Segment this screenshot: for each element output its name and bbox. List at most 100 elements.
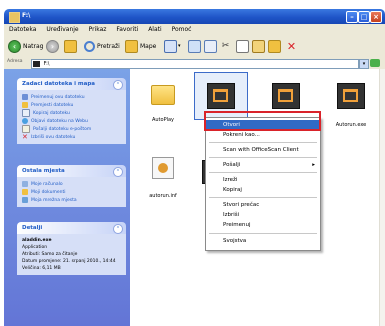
collapse-chevron-icon[interactable]: ⌃ bbox=[113, 80, 123, 90]
copy-to-button[interactable] bbox=[204, 39, 217, 53]
drive-icon bbox=[33, 61, 40, 67]
globe-icon bbox=[22, 118, 28, 124]
other-places-title: Ostala mjesta bbox=[22, 168, 65, 174]
paste-button[interactable] bbox=[252, 39, 265, 53]
file-item[interactable]: autorun.inf bbox=[138, 157, 188, 199]
collapse-chevron-icon[interactable]: ⌃ bbox=[113, 167, 123, 177]
details-type: Application bbox=[22, 245, 48, 250]
folder-up-icon bbox=[64, 39, 77, 53]
task-copy[interactable]: Kopiraj datoteku bbox=[22, 109, 121, 117]
move-icon bbox=[22, 102, 28, 108]
copy-to-icon bbox=[204, 39, 217, 53]
menu-item-properties[interactable]: Svojstva bbox=[206, 236, 320, 246]
search-button[interactable]: Pretraži bbox=[84, 40, 120, 52]
details-modified: Datum promjene: 21. srpanj 2010., 14:44 bbox=[22, 259, 116, 264]
menu-item-cut[interactable]: Izreži bbox=[206, 175, 320, 185]
views-button[interactable]: ▾ bbox=[164, 39, 181, 53]
file-item[interactable] bbox=[272, 83, 300, 109]
copy-button[interactable] bbox=[236, 39, 249, 53]
menu-tools[interactable]: Alati bbox=[148, 26, 161, 33]
menu-edit[interactable]: Uređivanje bbox=[46, 26, 78, 33]
task-delete[interactable]: ✕ Izbriši ovu datoteku bbox=[22, 133, 121, 141]
forward-button[interactable]: › bbox=[46, 39, 59, 53]
title-bar: F:\ – □ × bbox=[4, 9, 385, 24]
menu-separator bbox=[209, 197, 317, 198]
menu-item-copy[interactable]: Kopiraj bbox=[206, 185, 320, 195]
menu-item-create-shortcut[interactable]: Stvori prečac bbox=[206, 200, 320, 210]
app-icon bbox=[207, 83, 235, 109]
app-icon bbox=[337, 83, 365, 109]
app-icon bbox=[272, 83, 300, 109]
close-button[interactable]: × bbox=[370, 11, 382, 23]
file-tasks-panel: Zadaci datoteka i mapa ⌃ Preimenuj ovu d… bbox=[17, 78, 126, 144]
address-input[interactable]: F:\ bbox=[31, 59, 359, 69]
menu-item-run-as[interactable]: Pokreni kao... bbox=[206, 130, 320, 140]
minimize-button[interactable]: – bbox=[346, 11, 358, 23]
place-my-documents[interactable]: Moji dokumenti bbox=[22, 188, 121, 196]
views-icon bbox=[164, 39, 177, 53]
file-item-selected[interactable] bbox=[207, 83, 235, 109]
task-publish[interactable]: Objavi datoteku na Webu bbox=[22, 117, 121, 125]
menu-item-rename[interactable]: Preimenuj bbox=[206, 220, 320, 230]
address-dropdown-button[interactable]: ▾ bbox=[359, 59, 369, 69]
toolbar: ‹ Natrag › Pretraži Mape ▾ ✂ ✕ bbox=[4, 35, 385, 58]
details-header[interactable]: Detalji ⌃ bbox=[17, 222, 126, 234]
move-to-icon bbox=[188, 39, 201, 53]
scissors-icon: ✂ bbox=[221, 40, 230, 51]
menu-help[interactable]: Pomoć bbox=[172, 26, 192, 33]
up-button[interactable] bbox=[64, 39, 77, 53]
menu-item-send-to[interactable]: Pošalji ▸ bbox=[206, 160, 320, 170]
vertical-scrollbar[interactable] bbox=[379, 69, 385, 326]
file-item[interactable]: AutoPlay bbox=[138, 85, 188, 123]
undo-icon bbox=[268, 39, 281, 53]
other-places-header[interactable]: Ostala mjesta ⌃ bbox=[17, 165, 126, 177]
folder-icon bbox=[9, 12, 20, 23]
place-my-computer[interactable]: Moje računalo bbox=[22, 180, 121, 188]
maximize-button[interactable]: □ bbox=[358, 11, 370, 23]
folder-icon bbox=[151, 85, 175, 105]
address-value: F:\ bbox=[43, 61, 50, 67]
highlight-callout bbox=[204, 111, 321, 131]
file-name: AutoPlay bbox=[151, 117, 175, 123]
place-network[interactable]: Moja mrežna mjesta bbox=[22, 196, 121, 204]
undo-button[interactable] bbox=[268, 39, 281, 53]
menu-view[interactable]: Prikaz bbox=[89, 26, 107, 33]
menu-separator bbox=[209, 157, 317, 158]
task-email[interactable]: Pošalji datoteku e-poštom bbox=[22, 125, 121, 133]
back-button[interactable]: ‹ Natrag bbox=[8, 39, 43, 53]
search-label: Pretraži bbox=[97, 42, 120, 50]
menu-separator bbox=[209, 233, 317, 234]
menu-item-scan[interactable]: Scan with OfficeScan Client bbox=[206, 145, 320, 155]
delete-button[interactable]: ✕ bbox=[286, 40, 297, 52]
menu-file[interactable]: Datoteka bbox=[9, 26, 36, 33]
folders-button[interactable]: Mape bbox=[125, 39, 157, 53]
file-item[interactable]: Autorun.exe bbox=[328, 83, 374, 128]
file-name: Autorun.exe bbox=[335, 122, 367, 128]
file-name: autorun.inf bbox=[149, 193, 177, 199]
task-rename[interactable]: Preimenuj ovu datoteku bbox=[22, 93, 121, 101]
email-icon bbox=[22, 125, 30, 133]
delete-x-icon: ✕ bbox=[286, 39, 297, 53]
menu-item-delete[interactable]: Izbriši bbox=[206, 210, 320, 220]
search-icon bbox=[84, 40, 95, 52]
file-tasks-header[interactable]: Zadaci datoteka i mapa ⌃ bbox=[17, 78, 126, 90]
cut-button[interactable]: ✂ bbox=[220, 40, 231, 52]
submenu-arrow-icon: ▸ bbox=[312, 162, 315, 168]
collapse-chevron-icon[interactable]: ⌃ bbox=[113, 224, 123, 234]
other-places-panel: Ostala mjesta ⌃ Moje računalo Moji dokum… bbox=[17, 165, 126, 207]
settings-file-icon bbox=[152, 157, 174, 179]
paste-icon bbox=[252, 39, 265, 53]
go-button[interactable] bbox=[370, 59, 380, 67]
move-to-button[interactable] bbox=[188, 39, 201, 53]
details-filename: aladdin.exe bbox=[22, 238, 52, 243]
folders-label: Mape bbox=[140, 42, 157, 50]
details-panel: Detalji ⌃ aladdin.exe Application Atribu… bbox=[17, 222, 126, 275]
task-move[interactable]: Premjesti datoteku bbox=[22, 101, 121, 109]
chevron-down-icon: ▾ bbox=[178, 43, 181, 49]
task-pane: Zadaci datoteka i mapa ⌃ Preimenuj ovu d… bbox=[4, 69, 130, 326]
menu-favorites[interactable]: Favoriti bbox=[116, 26, 138, 33]
details-title: Detalji bbox=[22, 225, 43, 231]
folders-icon bbox=[125, 39, 138, 53]
window-title: F:\ bbox=[22, 12, 31, 19]
back-arrow-icon: ‹ bbox=[8, 39, 21, 53]
